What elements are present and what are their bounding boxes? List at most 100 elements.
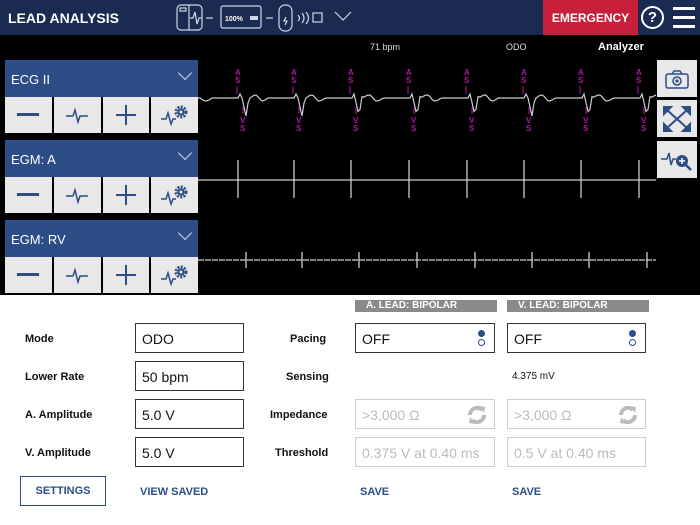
channel-settings-button[interactable] <box>151 97 198 133</box>
auto-gain-button[interactable] <box>53 257 101 293</box>
sensing-label: Sensing <box>286 371 329 383</box>
camera-icon <box>665 69 689 89</box>
header-bar: LEAD ANALYSIS 100% EMERGENCY ? <box>0 0 700 35</box>
as-marker-letter: S <box>291 76 297 85</box>
expand-arrows-icon <box>663 105 691 132</box>
vs-marker-letter: S <box>411 124 417 133</box>
channel-selector[interactable]: ECG II <box>5 60 198 97</box>
fullscreen-button[interactable] <box>657 100 697 137</box>
plus-icon <box>115 105 136 125</box>
a-save-button[interactable]: SAVE <box>360 486 389 498</box>
lower-rate-field[interactable]: 50 bpm <box>135 361 244 391</box>
channel-label: EGM: RV <box>11 232 66 247</box>
a-amplitude-label: A. Amplitude <box>25 409 93 421</box>
v-pacing-value: OFF <box>514 331 542 347</box>
settings-button[interactable]: SETTINGS <box>20 476 106 506</box>
view-saved-button[interactable]: VIEW SAVED <box>140 486 208 498</box>
impedance-label: Impedance <box>270 409 328 421</box>
auto-gain-button[interactable] <box>53 177 101 213</box>
waveform-icon <box>66 107 89 124</box>
as-marker-letter: S <box>406 76 412 85</box>
vs-marker-letter: S <box>353 124 359 133</box>
waveform-icon <box>66 267 89 284</box>
v-threshold-field: 0.5 V at 0.40 ms <box>507 437 646 467</box>
mode-label: Mode <box>25 333 54 345</box>
decrease-gain-button[interactable] <box>5 177 52 213</box>
decrease-gain-button[interactable] <box>5 257 52 293</box>
minus-icon <box>17 273 40 276</box>
menu-icon[interactable] <box>673 7 695 28</box>
toggle-icon <box>629 330 636 348</box>
channel-settings-button[interactable] <box>151 257 198 293</box>
increase-gain-button[interactable] <box>102 97 150 133</box>
a-pacing-select[interactable]: OFF <box>355 323 495 353</box>
a-impedance-field: >3,000 Ω <box>355 399 495 429</box>
v-amplitude-field[interactable]: 5.0 V <box>135 437 244 467</box>
channel-selector[interactable]: EGM: RV <box>5 220 198 257</box>
v-save-button[interactable]: SAVE <box>512 486 541 498</box>
help-button[interactable]: ? <box>641 6 664 29</box>
refresh-icon[interactable] <box>617 404 639 426</box>
zoom-waveform-button[interactable] <box>657 141 697 178</box>
chevron-down-icon <box>177 225 193 241</box>
v-impedance-value: >3,000 Ω <box>514 407 572 423</box>
vs-marker-letter: S <box>240 124 246 133</box>
channel-controls <box>5 97 198 133</box>
channel-selector[interactable]: EGM: A <box>5 140 198 177</box>
capture-button[interactable] <box>657 60 697 97</box>
as-marker-letter: S <box>636 76 642 85</box>
battery-level: 100% <box>225 16 244 23</box>
chevron-down-icon <box>177 145 193 161</box>
device-connection-icon[interactable]: 100% <box>173 3 363 33</box>
waveform-icon <box>66 187 89 204</box>
a-impedance-value: >3,000 Ω <box>362 407 420 423</box>
minus-icon <box>17 113 40 116</box>
as-marker-letter: S <box>348 76 354 85</box>
a-pacing-value: OFF <box>362 331 390 347</box>
v-pacing-select[interactable]: OFF <box>507 323 646 353</box>
plus-icon <box>115 185 136 205</box>
channel-settings-button[interactable] <box>151 177 198 213</box>
emergency-button[interactable]: EMERGENCY <box>543 0 638 35</box>
channel-label: EGM: A <box>11 152 56 167</box>
channel-controls <box>5 257 198 293</box>
as-marker-letter: S <box>578 76 584 85</box>
waveform-settings-icon <box>160 185 188 206</box>
auto-gain-button[interactable] <box>53 97 101 133</box>
vs-marker-letter: S <box>583 124 589 133</box>
vs-marker-letter: S <box>296 124 302 133</box>
channel-label: ECG II <box>11 72 51 87</box>
decrease-gain-button[interactable] <box>5 97 52 133</box>
vs-marker-letter: S <box>641 124 647 133</box>
v-lead-header: V. LEAD: BIPOLAR <box>507 300 649 312</box>
channel-controls <box>5 177 198 213</box>
increase-gain-button[interactable] <box>102 177 150 213</box>
mode-field[interactable]: ODO <box>135 323 244 353</box>
minus-icon <box>17 193 40 196</box>
increase-gain-button[interactable] <box>102 257 150 293</box>
ecg-trace <box>198 92 656 117</box>
waveform-settings-icon <box>160 105 188 126</box>
a-threshold-field: 0.375 V at 0.40 ms <box>355 437 495 467</box>
waveform-zoom-icon <box>661 152 692 171</box>
data-source: Analyzer <box>598 41 644 53</box>
v-amplitude-label: V. Amplitude <box>25 447 91 459</box>
vs-marker-letter: S <box>526 124 532 133</box>
as-marker-letter: S <box>521 76 527 85</box>
v-sensing-value: 4.375 mV <box>512 371 555 382</box>
chevron-down-icon <box>177 65 193 81</box>
plus-icon <box>115 265 136 285</box>
pacing-label: Pacing <box>290 333 327 345</box>
waveform-traces: ASVSASVSASVSASVSASVSASVSASVSASVS <box>198 68 656 268</box>
as-marker-letter: S <box>235 76 241 85</box>
pacing-mode: ODO <box>506 42 527 52</box>
vs-marker-letter: S <box>469 124 475 133</box>
toggle-icon <box>478 330 485 348</box>
waveform-settings-icon <box>160 265 188 286</box>
a-lead-header: A. LEAD: BIPOLAR <box>355 300 497 312</box>
refresh-icon[interactable] <box>466 404 488 426</box>
threshold-label: Threshold <box>275 447 329 459</box>
a-amplitude-field[interactable]: 5.0 V <box>135 399 244 429</box>
as-marker-letter: S <box>464 76 470 85</box>
heart-rate: 71 bpm <box>370 42 401 52</box>
